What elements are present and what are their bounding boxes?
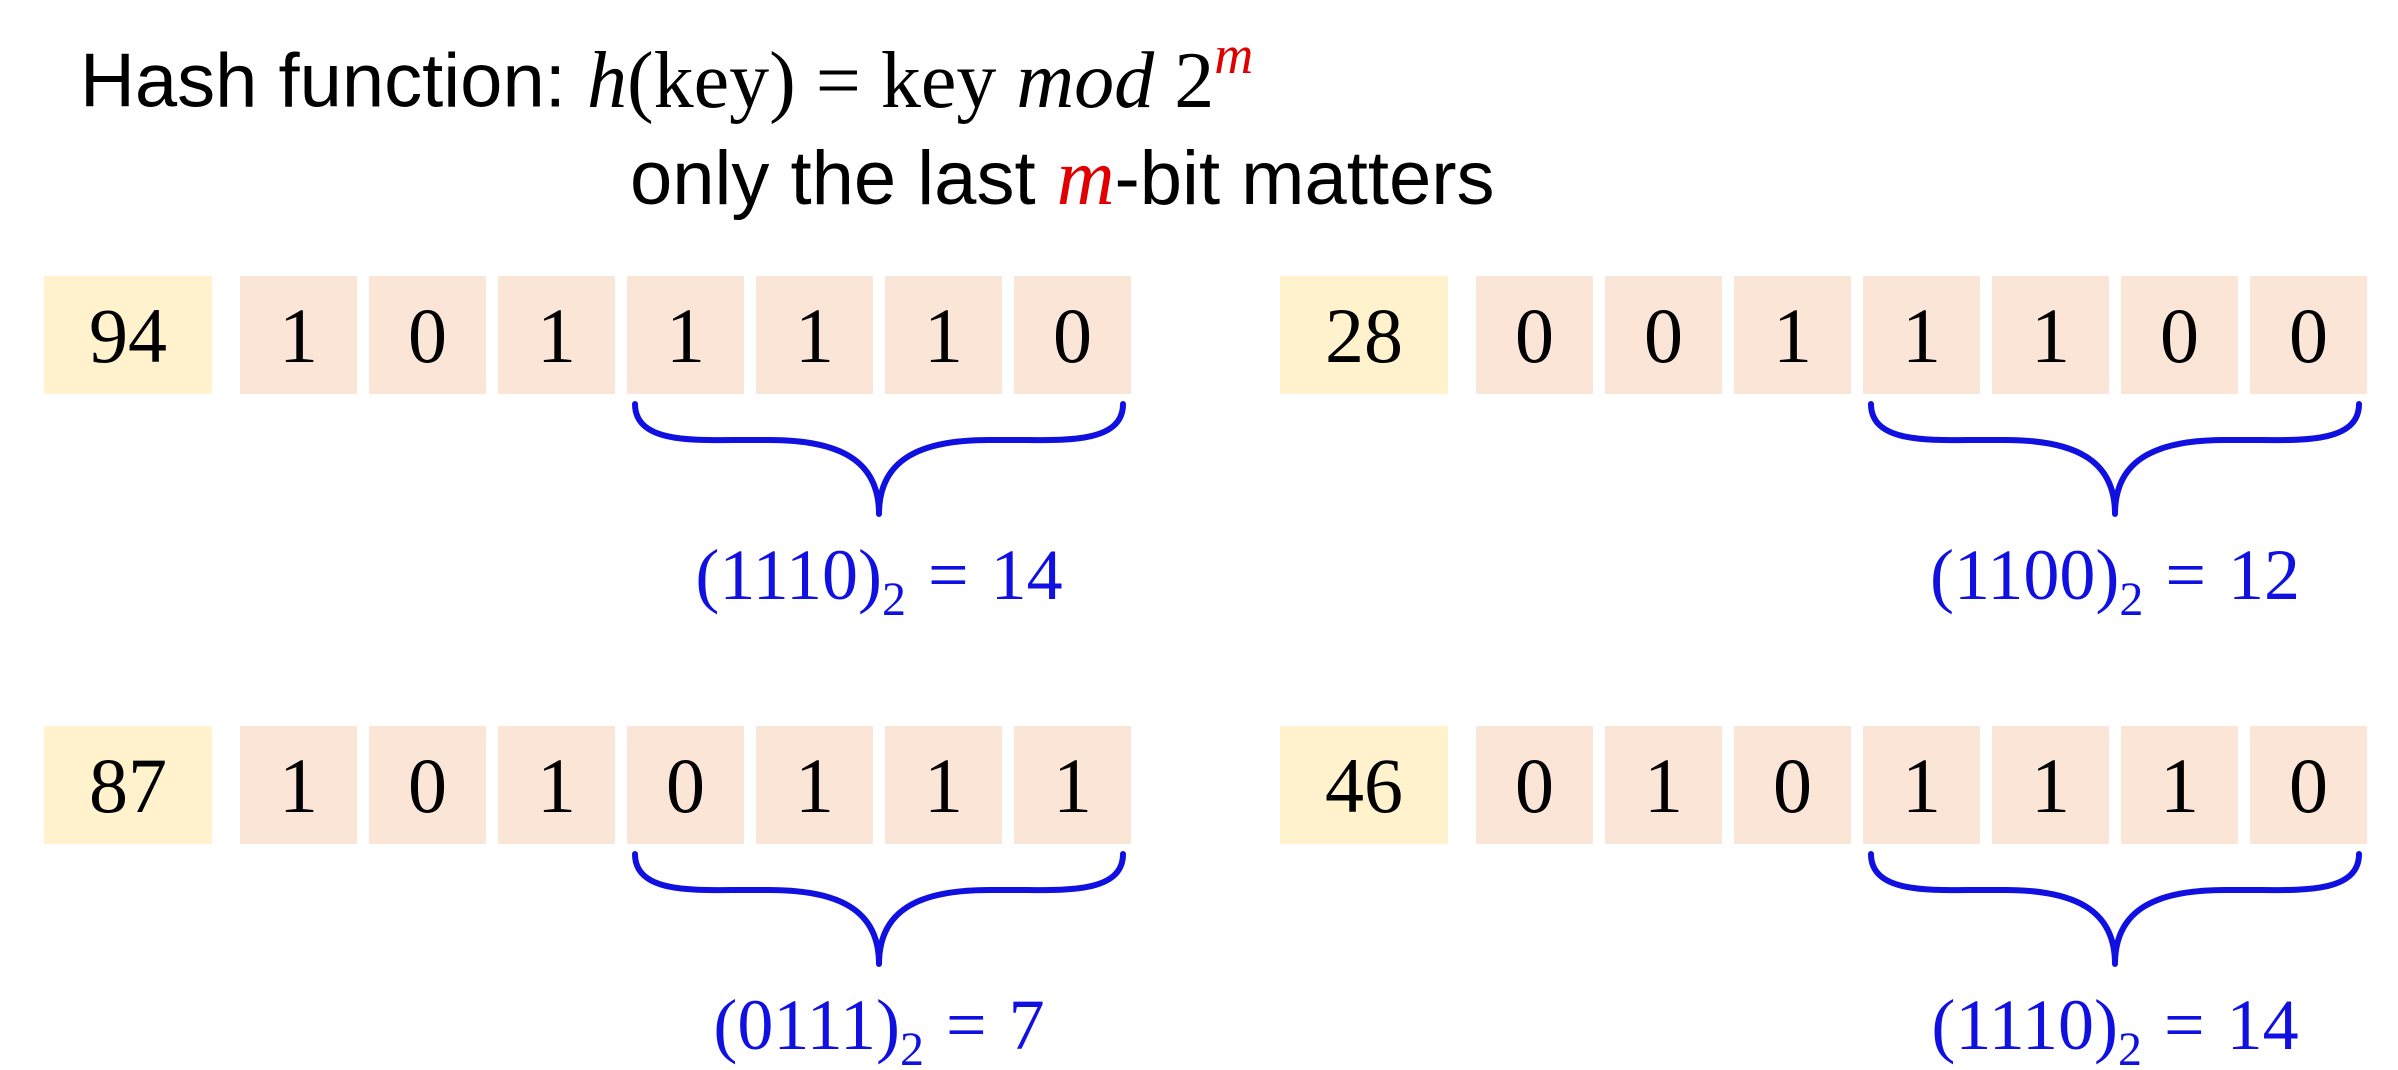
bit-value: 1	[537, 742, 576, 829]
equation-equals: =	[928, 535, 969, 615]
bit-value: 0	[666, 742, 705, 829]
equation-binary: 0111	[737, 985, 876, 1065]
bit-value: 1	[279, 292, 318, 379]
bit-value: 1	[2031, 742, 2070, 829]
example-group: 28 0 0 1 1 1 0 0(1100)2 = 12	[1280, 276, 2367, 626]
equation-paren: )	[876, 985, 900, 1065]
brace-icon	[632, 851, 1126, 967]
example-group: 46 0 1 0 1 1 1 0(1110)2 = 14	[1280, 726, 2367, 1070]
example-group: 87 1 0 1 0 1 1 1(0111)2 = 7	[44, 726, 1131, 1070]
equation-base: 2	[2119, 573, 2143, 626]
equation-equals: =	[2165, 535, 2206, 615]
bit-value: 1	[537, 292, 576, 379]
binary-equation: (1110)2 = 14	[695, 535, 1062, 626]
bit-value: 1	[1902, 292, 1941, 379]
bit-value: 1	[924, 742, 963, 829]
binary-equation: (1100)2 = 12	[1930, 535, 2300, 626]
bit-value: 1	[924, 292, 963, 379]
binary-equation: (1110)2 = 14	[1931, 985, 2298, 1070]
equation-binary: 1100	[1954, 535, 2095, 615]
bit-value: 1	[666, 292, 705, 379]
bit-value: 0	[1053, 292, 1092, 379]
hash-examples-diagram: 94 1 0 1 1 1 1 0(1110)2 = 1428 0 0 1 1 1 0 0(1100)2 = 1287…	[44, 276, 2367, 1070]
equation-binary: 1110	[1955, 985, 2094, 1065]
equation-result: 14	[2227, 985, 2299, 1065]
equation-binary: 1110	[719, 535, 858, 615]
equation-result: 7	[1009, 985, 1045, 1065]
bit-value: 0	[1515, 742, 1554, 829]
equation-result: 12	[2228, 535, 2300, 615]
bit-value: 1	[1773, 292, 1812, 379]
brace-icon	[1868, 401, 2362, 517]
bit-value: 1	[1644, 742, 1683, 829]
equation-equals: =	[946, 985, 987, 1065]
brace-icon	[632, 401, 1126, 517]
bit-value: 0	[2289, 742, 2328, 829]
bit-value: 1	[795, 292, 834, 379]
equation-paren: )	[2094, 985, 2118, 1065]
binary-equation: (0111)2 = 7	[713, 985, 1044, 1070]
bit-value: 0	[1773, 742, 1812, 829]
equation-base: 2	[882, 573, 906, 626]
equation-paren: )	[2095, 535, 2119, 615]
key-value: 87	[89, 742, 167, 829]
bit-value: 0	[2160, 292, 2199, 379]
brace-icon	[1868, 851, 2362, 967]
equation-base: 2	[900, 1023, 924, 1070]
bit-value: 1	[1902, 742, 1941, 829]
bit-value: 0	[2289, 292, 2328, 379]
bit-value: 1	[795, 742, 834, 829]
key-value: 28	[1325, 292, 1403, 379]
equation-equals: =	[2164, 985, 2205, 1065]
equation-base: 2	[2118, 1023, 2142, 1070]
bit-value: 0	[1644, 292, 1683, 379]
equation-result: 14	[991, 535, 1063, 615]
bit-value: 0	[408, 292, 447, 379]
bit-value: 1	[2160, 742, 2199, 829]
example-group: 94 1 0 1 1 1 1 0(1110)2 = 14	[44, 276, 1131, 626]
bit-value: 1	[1053, 742, 1092, 829]
bit-value: 1	[279, 742, 318, 829]
equation-paren: )	[858, 535, 882, 615]
bit-value: 0	[1515, 292, 1554, 379]
bit-value: 1	[2031, 292, 2070, 379]
key-value: 46	[1325, 742, 1403, 829]
bit-value: 0	[408, 742, 447, 829]
key-value: 94	[89, 292, 167, 379]
